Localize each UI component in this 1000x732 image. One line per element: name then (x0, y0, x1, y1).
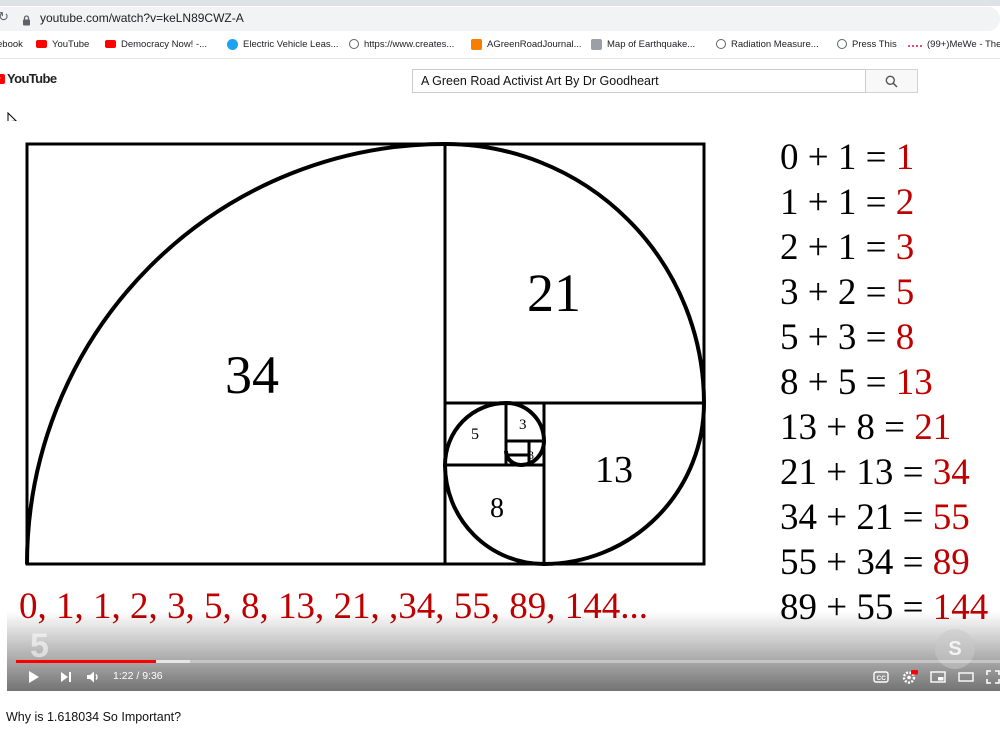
bookmark-label: Radiation Measure... (731, 38, 819, 50)
equation-row: 1 + 1 = 2 (780, 180, 988, 225)
equation-lhs: 0 + 1 = (780, 137, 896, 178)
bookmark-item[interactable]: globe-icon https://www.creates... (349, 36, 454, 52)
miniplayer-icon[interactable] (930, 670, 946, 684)
equation-lhs: 1 + 1 = (780, 182, 896, 223)
bookmark-item[interactable]: edge-icon Electric Vehicle Leas... (227, 36, 339, 52)
rect-34 (25, 142, 706, 566)
bookmark-label: Electric Vehicle Leas... (243, 38, 339, 50)
bookmark-label: Democracy Now! -... (121, 38, 208, 50)
label-3b: 3 (528, 448, 534, 462)
fullscreen-icon[interactable] (986, 670, 1000, 684)
equation-result: 55 (932, 497, 970, 538)
bookmark-item[interactable]: mewe-icon (99+)MeWe - The (908, 36, 1000, 52)
bookmark-item[interactable]: map-icon Map of Earthquake... (591, 36, 695, 52)
equation-lhs: 8 + 5 = (780, 362, 896, 403)
url-text[interactable]: youtube.com/watch?v=keLN89CWZ-A (40, 11, 244, 25)
bookmark-label: AGreenRoadJournal... (487, 38, 582, 50)
equation-lhs: 13 + 8 = (780, 407, 915, 448)
theater-mode-icon[interactable] (958, 670, 974, 684)
search-icon (885, 75, 898, 88)
time-display: 1:22 / 9:36 (113, 670, 163, 682)
equation-lhs: 2 + 1 = (780, 227, 896, 268)
browser-toolbar: ↻ youtube.com/watch?v=keLN89CWZ-A (0, 0, 1000, 34)
bookmark-item[interactable]: globe-icon Radiation Measure... (716, 36, 819, 52)
equation-result: 3 (895, 227, 915, 268)
equation-row: 2 + 1 = 3 (780, 225, 988, 270)
golden-spiral (25, 141, 707, 567)
blogger-icon: blogger-icon (471, 38, 482, 50)
mewe-icon: mewe-icon (908, 42, 922, 47)
bookmark-label: Map of Earthquake... (607, 38, 696, 50)
next-icon[interactable] (59, 670, 73, 684)
bookmark-item[interactable]: youtube-icon YouTube (36, 36, 89, 52)
globe-icon: globe-icon (837, 39, 847, 49)
equation-result: 5 (895, 272, 915, 313)
equation-row: 3 + 2 = 5 (780, 270, 988, 315)
globe-icon: globe-icon (349, 39, 359, 49)
label-13: 13 (595, 449, 633, 491)
equation-lhs: 5 + 3 = (780, 317, 896, 358)
video-title: Why is 1.618034 So Important? (6, 710, 182, 724)
bookmark-item[interactable]: youtube-icon Democracy Now! -... (105, 36, 207, 52)
equation-result: 1 (895, 137, 915, 178)
settings-icon[interactable] (902, 670, 918, 684)
youtube-logo-text: YouTube (7, 71, 57, 86)
equation-lhs: 34 + 21 = (780, 497, 933, 538)
equation-lhs: 55 + 34 = (780, 542, 933, 583)
bookmark-label: https://www.creates... (364, 38, 455, 50)
equation-result: 21 (914, 407, 952, 448)
bookmark-label: YouTube (52, 38, 90, 50)
bookmark-label: Press This (852, 38, 897, 50)
captions-icon[interactable]: CC (873, 670, 889, 684)
equation-lhs: 21 + 13 = (780, 452, 933, 493)
globe-icon: globe-icon (716, 39, 726, 49)
tab-strip (0, 0, 1000, 6)
bookmark-label: ebook (0, 38, 23, 50)
equation-result: 34 (932, 452, 970, 493)
bookmark-item[interactable]: globe-icon Press This (837, 36, 897, 52)
equation-lhs: 3 + 2 = (780, 272, 896, 313)
equation-result: 8 (895, 317, 915, 358)
label-3a: 3 (519, 417, 527, 433)
video-player[interactable]: 34 21 13 8 5 3 3 0, 1, 1, 2, 3, 5, 8, 13… (7, 121, 1000, 691)
equation-row: 34 + 21 = 55 (780, 495, 988, 540)
equation-result: 2 (895, 182, 915, 223)
search-button[interactable] (866, 69, 918, 93)
volume-icon[interactable] (86, 670, 100, 684)
label-34: 34 (225, 345, 279, 405)
golden-spiral-diagram: 34 21 13 8 5 3 3 (25, 141, 707, 567)
svg-text:CC: CC (877, 675, 887, 682)
search-input[interactable]: A Green Road Activist Art By Dr Goodhear… (412, 69, 866, 93)
edge-icon: edge-icon (227, 38, 238, 50)
address-bar[interactable]: ↻ youtube.com/watch?v=keLN89CWZ-A (0, 7, 1000, 31)
reload-icon[interactable]: ↻ (0, 9, 9, 25)
equation-row: 0 + 1 = 1 (780, 135, 988, 180)
channel-watermark[interactable]: S (935, 629, 975, 669)
map-icon: map-icon (591, 38, 602, 50)
bookmarks-bar: noneebookyoutube-iconYouTubeyoutube-icon… (0, 34, 1000, 54)
youtube-logo[interactable]: YouTube (0, 71, 57, 86)
fibonacci-equations: 0 + 1 = 11 + 1 = 22 + 1 = 33 + 2 = 55 + … (780, 135, 988, 630)
equation-row: 55 + 34 = 89 (780, 540, 988, 585)
bookmark-label: (99+)MeWe - The (927, 38, 1000, 50)
bookmark-item[interactable]: noneebook (0, 36, 23, 52)
equation-row: 8 + 5 = 13 (780, 360, 988, 405)
equation-result: 89 (932, 542, 970, 583)
equation-row: 5 + 3 = 8 (780, 315, 988, 360)
youtube-icon: youtube-icon (105, 40, 116, 48)
equation-result: 13 (895, 362, 933, 403)
progress-played (16, 660, 156, 663)
label-8: 8 (490, 493, 504, 524)
lock-icon[interactable] (22, 13, 31, 31)
bookmark-item[interactable]: blogger-icon AGreenRoadJournal... (471, 36, 582, 52)
youtube-header: YouTube A Green Road Activist Art By Dr … (0, 58, 1000, 105)
equation-row: 13 + 8 = 21 (780, 405, 988, 450)
play-icon[interactable] (27, 670, 41, 684)
youtube-play-icon (0, 73, 5, 84)
youtube-icon: youtube-icon (36, 40, 47, 48)
equation-row: 21 + 13 = 34 (780, 450, 988, 495)
label-21: 21 (527, 263, 581, 323)
label-5: 5 (471, 426, 479, 443)
